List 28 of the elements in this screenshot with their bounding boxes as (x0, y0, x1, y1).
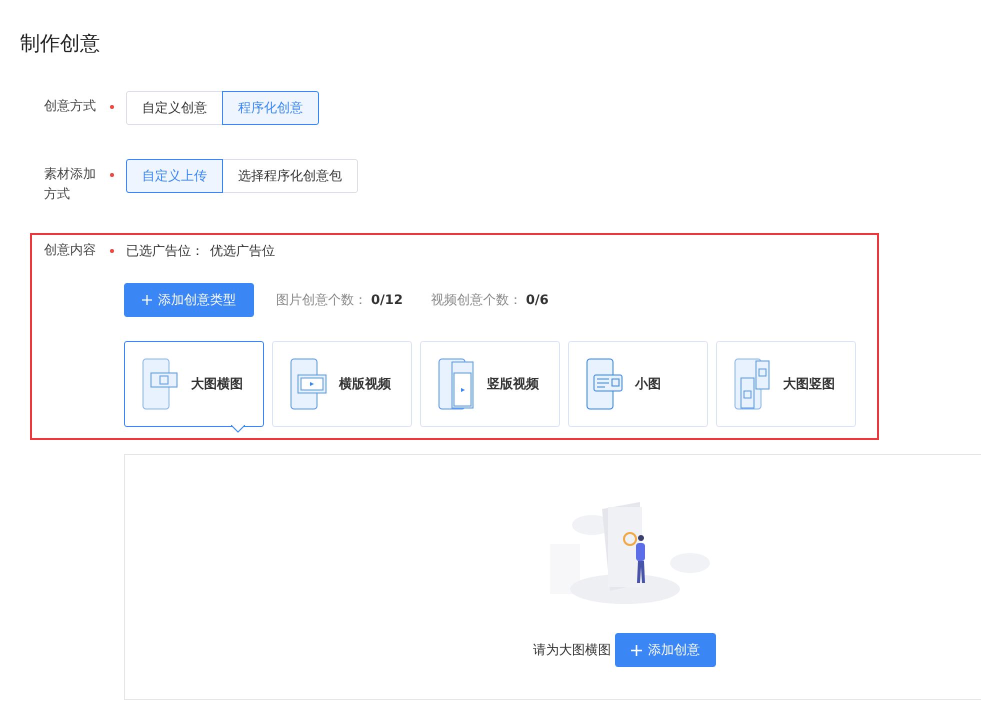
field-label: 创意方式 (44, 98, 97, 116)
creative-type-card[interactable]: 大图横图 (124, 341, 264, 427)
creative-type-card[interactable]: 大图竖图 (716, 341, 856, 427)
plus-icon (631, 644, 642, 656)
video-count: 0/6 (526, 292, 549, 308)
video-count-label: 视频创意个数： (430, 292, 522, 309)
phone-video-icon (289, 358, 327, 410)
segment-option[interactable]: 选择程序化创意包 (222, 159, 358, 193)
image-count: 0/12 (371, 292, 403, 308)
card-pointer (231, 425, 245, 433)
page-title: 制作创意 (20, 30, 101, 57)
image-count-label: 图片创意个数： (276, 292, 367, 309)
phone-video-icon (437, 358, 475, 410)
placement-value: 优选广告位 (210, 243, 275, 260)
creative-type-card[interactable]: 小图 (568, 341, 708, 427)
empty-prompt: 请为大图横图 (533, 642, 611, 659)
creative-type-card[interactable]: 横版视频 (272, 341, 412, 427)
add-type-button[interactable]: 添加创意类型 (124, 283, 254, 317)
creative-type-card[interactable]: 竖版视频 (420, 341, 560, 427)
segment-option[interactable]: 自定义创意 (126, 91, 223, 125)
field-label: 创意内容 (44, 242, 97, 260)
phone-images-icon (733, 358, 771, 410)
phone-text-icon (585, 358, 623, 410)
field-label: 素材添加方式 (44, 166, 97, 204)
placement-label: 已选广告位： (126, 243, 204, 260)
phone-image-icon (141, 358, 179, 410)
plus-icon (142, 295, 152, 305)
add-creative-button[interactable]: 添加创意 (615, 633, 716, 667)
